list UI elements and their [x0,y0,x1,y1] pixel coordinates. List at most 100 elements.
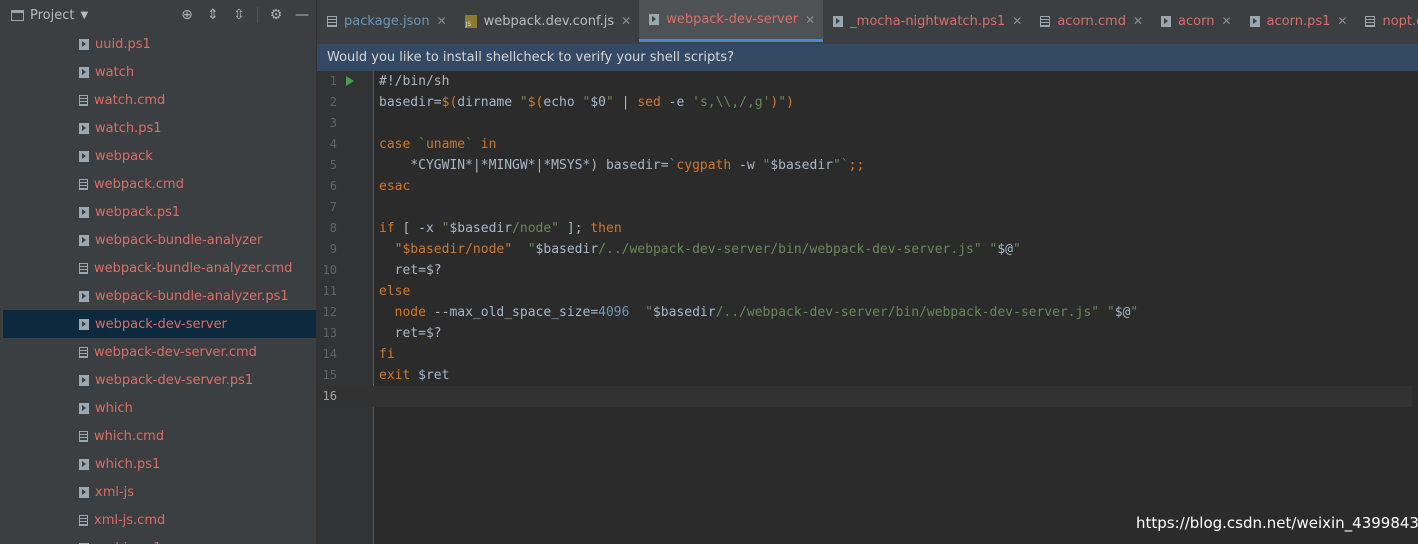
text-file-icon [79,430,88,442]
code-line: 15 exit $ret [317,365,1418,386]
line-number: 12 [322,305,337,319]
tree-item[interactable]: webpack-dev-server [3,310,316,338]
editor-tab[interactable]: acorn.ps1 ✕ [1240,0,1356,42]
code-line: 3 [317,113,1418,134]
tree-item[interactable]: webpack-dev-server.cmd [3,338,316,366]
tree-item-label: webpack.ps1 [95,204,181,220]
editor-tab[interactable]: webpack-dev-server ✕ [639,0,824,42]
tree-item[interactable]: watch [3,58,316,86]
tree-item[interactable]: uuid.ps1 [3,30,316,58]
gear-icon[interactable]: ⚙ [268,7,284,23]
code-token: #!/bin/sh [379,74,450,89]
code-text: "$basedir/node" "$basedir/../webpack-dev… [379,239,1021,260]
tree-item-label: uuid.ps1 [95,36,151,52]
code-token: -w [731,158,763,173]
code-token: $ret [410,368,450,383]
tree-item[interactable]: xml-js [3,478,316,506]
code-token: *CYGWIN*|*MINGW*|*MSYS*) basedir= [379,158,669,173]
tree-item[interactable]: webpack [3,142,316,170]
tree-item-label: watch.ps1 [95,120,162,136]
close-icon[interactable]: ✕ [1012,14,1022,28]
tree-item[interactable]: webpack.ps1 [3,198,316,226]
tree-item[interactable]: webpack-bundle-analyzer [3,226,316,254]
editor-tabs-bar: package.json✕webpack.dev.conf.js✕webpack… [317,0,1418,45]
code-text: #!/bin/sh [379,71,449,92]
code-token: $@ [997,242,1013,257]
code-token: ` [418,137,426,152]
close-icon[interactable]: ✕ [1337,14,1347,28]
code-token: ret=$? [379,326,442,341]
editor-tab[interactable]: nopt.cmd✕ [1355,0,1418,42]
tree-item[interactable]: which [3,394,316,422]
code-text: node --max_old_space_size=4096 "$basedir… [379,302,1139,323]
tree-item[interactable]: which.ps1 [3,450,316,478]
shell-script-icon [1249,15,1260,27]
json-file-icon [327,15,337,27]
tree-item[interactable]: webpack-bundle-analyzer.cmd [3,254,316,282]
code-token: " [606,95,614,110]
code-token: "` [832,158,849,173]
tab-label: package.json [344,13,430,29]
collapse-all-icon[interactable]: ⇳ [231,7,247,23]
tree-item-label: webpack-bundle-analyzer [95,232,263,248]
code-token: [ -x [394,221,442,236]
tree-item-label: which.ps1 [95,456,161,472]
tree-item[interactable]: watch.ps1 [3,114,316,142]
close-icon[interactable]: ✕ [1221,14,1231,28]
code-token: /../webpack-dev-server/bin/webpack-dev-s… [598,242,982,257]
editor-tab[interactable]: acorn ✕ [1151,0,1240,42]
close-icon[interactable]: ✕ [805,13,815,27]
code-token: $0 [590,95,607,110]
tree-item[interactable]: xml-js.cmd [3,506,316,534]
shell-script-icon [79,66,89,78]
target-icon[interactable]: ⊕ [179,7,195,23]
close-icon[interactable]: ✕ [621,14,631,28]
code-token: /node" [512,221,560,236]
tree-item[interactable]: webpack-bundle-analyzer.ps1 [3,282,316,310]
code-token: ;; [848,158,865,173]
code-token: node [394,305,426,320]
minimize-icon[interactable]: — [294,7,310,23]
toolbar-divider [257,7,258,23]
code-token: | [613,95,638,110]
project-view-selector[interactable]: Project ▼ [11,8,88,23]
editor-tab[interactable]: package.json ✕ [317,0,455,42]
project-panel-header: Project ▼ ⊕ ⇕ ⇳ ⚙ — [0,0,316,30]
line-number: 13 [322,326,337,340]
tree-item[interactable]: xml-js.ps1 [3,534,316,544]
close-icon[interactable]: ✕ [1133,14,1143,28]
shell-script-icon [833,15,844,27]
code-token: $basedir [770,158,833,173]
code-token: $( [441,95,458,110]
tree-item[interactable]: watch.cmd [3,86,316,114]
run-icon[interactable] [346,76,354,86]
tab-label: acorn.cmd [1057,13,1126,29]
editor-tab[interactable]: _mocha-nightwatch.ps1 ✕ [823,0,1030,42]
shell-script-icon [79,150,89,162]
code-token: else [379,284,411,299]
code-editor[interactable]: 1 #!/bin/sh 2 basedir=$(dirname "$(echo "$0… [317,71,1418,544]
code-line: 14 fi [317,344,1418,365]
tab-label: webpack-dev-server [666,12,799,27]
code-text: case `uname` in [379,134,496,155]
editor-scrollbar[interactable] [1412,71,1418,544]
expand-all-icon[interactable]: ⇕ [205,7,221,23]
code-text: if [ -x "$basedir/node" ]; then [379,218,622,239]
code-token: $basedir [652,305,716,320]
editor-tab[interactable]: acorn.cmd ✕ [1030,0,1151,42]
editor-tab[interactable]: webpack.dev.conf.js ✕ [455,0,640,42]
code-line: 11 else [317,281,1418,302]
tree-item[interactable]: webpack-dev-server.ps1 [3,366,316,394]
tree-item[interactable]: which.cmd [3,422,316,450]
tree-item-label: watch.cmd [94,92,166,108]
code-token: if [379,221,395,236]
code-line: 12 node --max_old_space_size=4096 "$base… [317,302,1418,323]
code-token: cygpath [676,158,732,173]
code-token: " [519,95,528,110]
tree-item[interactable]: webpack.cmd [3,170,316,198]
shell-script-icon [79,290,89,302]
code-token: 's,\\,/,g' [692,95,771,110]
close-icon[interactable]: ✕ [437,14,447,28]
code-token: " [527,242,536,257]
